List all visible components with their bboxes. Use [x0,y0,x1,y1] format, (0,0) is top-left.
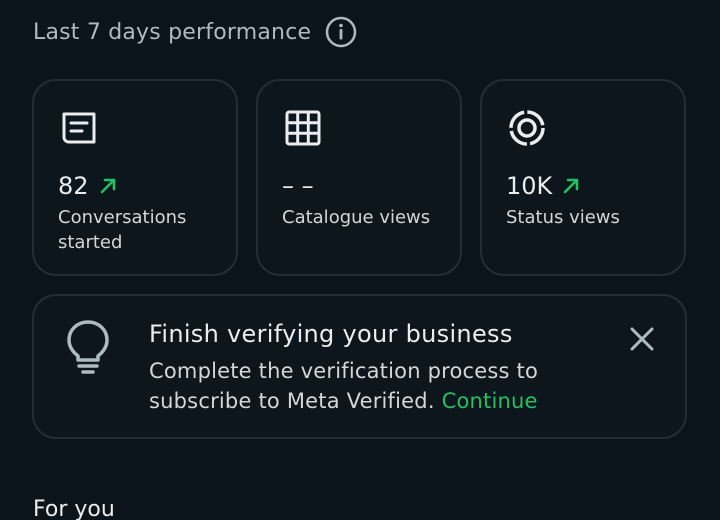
stat-card-conversations[interactable]: 82 Conversations started [32,79,238,276]
stat-value-row: 10K [506,172,582,200]
performance-header: Last 7 days performance [33,13,357,51]
stat-value: – – [282,172,314,200]
close-icon[interactable] [627,324,657,354]
verification-title: Finish verifying your business [149,320,513,348]
business-tools-screen: Last 7 days performance 82 Conversations… [0,0,720,520]
catalogue-grid-icon [282,107,324,149]
stat-label: Status views [506,207,620,228]
trend-up-icon [560,175,582,197]
stat-label: Catalogue views [282,207,431,228]
performance-title: Last 7 days performance [33,19,312,45]
stat-value: 10K [506,172,553,200]
verification-body: Complete the verification process to sub… [149,356,609,416]
stat-label: Conversations started [58,207,187,253]
stat-card-status[interactable]: 10K Status views [480,79,686,276]
continue-link[interactable]: Continue [442,389,538,413]
stat-card-catalogue[interactable]: – – Catalogue views [256,79,462,276]
status-ring-icon [506,107,548,149]
lightbulb-icon [64,318,112,376]
conversation-icon [58,107,100,149]
stat-value: 82 [58,172,89,200]
verification-banner: Finish verifying your business Complete … [32,294,687,439]
stat-value-row: 82 [58,172,119,200]
trend-up-icon [97,175,119,197]
for-you-heading: For you [33,497,115,520]
stat-value-row: – – [282,172,314,200]
info-icon[interactable] [325,16,357,48]
